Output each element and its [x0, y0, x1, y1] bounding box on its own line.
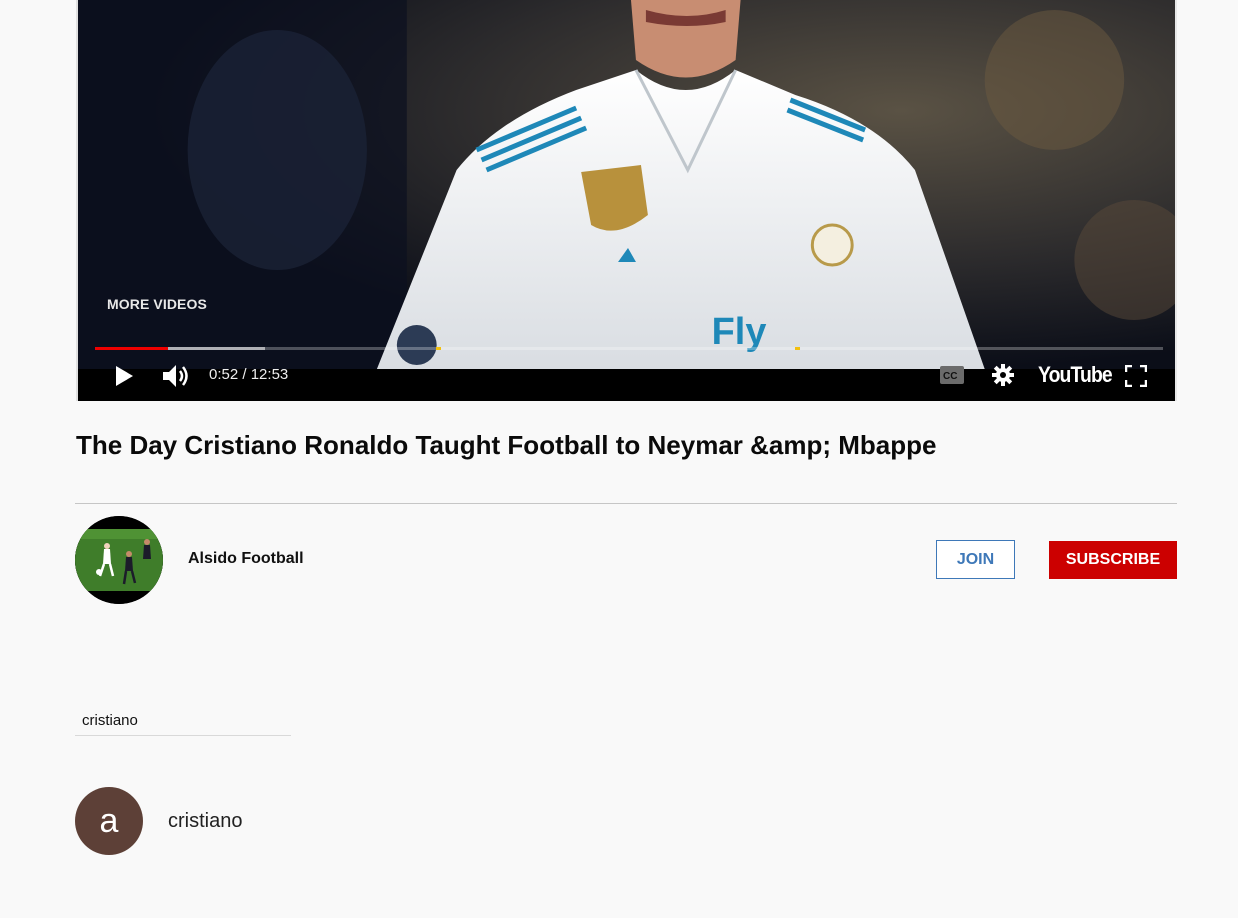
- time-current: 0:52: [209, 366, 239, 383]
- fullscreen-icon: [1125, 365, 1147, 387]
- settings-icon: [992, 364, 1014, 386]
- video-title: The Day Cristiano Ronaldo Taught Footbal…: [76, 430, 937, 460]
- captions-icon: CC: [940, 366, 964, 384]
- user-avatar: a: [75, 787, 143, 855]
- ad-marker: [794, 347, 800, 350]
- search-input[interactable]: [75, 706, 291, 736]
- divider: [75, 503, 1177, 504]
- channel-avatar[interactable]: [75, 516, 163, 604]
- video-frame[interactable]: Fly: [78, 0, 1175, 369]
- join-button[interactable]: JOIN: [936, 540, 1015, 579]
- ad-marker: [435, 347, 441, 350]
- time-separator: /: [238, 366, 251, 383]
- svg-text:CC: CC: [943, 371, 957, 382]
- progress-played: [95, 347, 168, 350]
- user-name: cristiano: [168, 810, 243, 832]
- progress-bar[interactable]: [95, 347, 1163, 350]
- play-icon: [116, 366, 133, 386]
- volume-icon: [163, 365, 188, 387]
- captions-button[interactable]: CC: [939, 364, 965, 386]
- more-videos-label[interactable]: MORE VIDEOS: [107, 296, 207, 312]
- volume-button[interactable]: [161, 362, 191, 390]
- time-display: 0:52 / 12:53: [209, 366, 288, 384]
- play-button[interactable]: [112, 364, 136, 388]
- subscribe-button[interactable]: SUBSCRIBE: [1049, 541, 1177, 579]
- video-player[interactable]: Fly MORE VIDEOS 0:52 / 12:53 CC YouTube: [76, 0, 1177, 401]
- youtube-logo[interactable]: YouTube: [1038, 362, 1113, 388]
- time-total: 12:53: [250, 366, 289, 383]
- channel-name[interactable]: Alsido Football: [188, 550, 304, 568]
- channel-avatar-image: [75, 516, 163, 604]
- fullscreen-button[interactable]: [1124, 364, 1148, 388]
- settings-button[interactable]: [990, 362, 1016, 388]
